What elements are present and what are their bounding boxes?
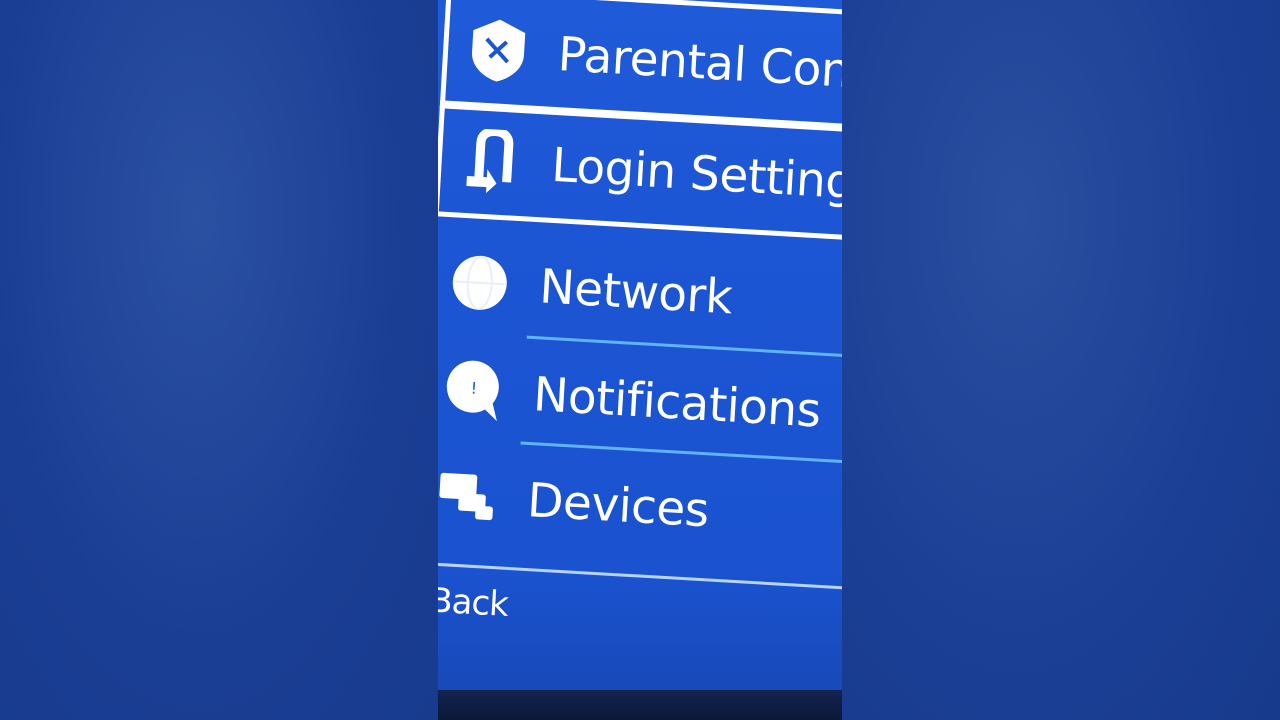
- menu-item-label: Login Setting: [550, 137, 842, 210]
- menu-item-label: Devices: [525, 472, 711, 538]
- menu-item-label: Notifications: [531, 366, 823, 439]
- menu-item-label: Network: [538, 258, 734, 325]
- background-left-blur: [0, 0, 438, 720]
- screen-bezel: [438, 690, 842, 720]
- back-label: Back: [438, 580, 509, 625]
- settings-screen: Parental Con Login Setting Network ! Not…: [438, 0, 842, 720]
- svg-text:!: !: [470, 379, 478, 398]
- menu-item-notifications[interactable]: ! Notifications: [438, 340, 842, 461]
- menu-item-network[interactable]: Network: [438, 232, 842, 353]
- menu-item-label: Parental Con: [556, 26, 842, 99]
- speech-bubble-icon: !: [442, 359, 505, 422]
- menu-item-devices[interactable]: Devices: [438, 446, 842, 567]
- menu-item-login-settings[interactable]: Login Setting: [438, 100, 842, 242]
- background-right-blur: [842, 0, 1280, 720]
- settings-menu: Parental Con Login Setting Network ! Not…: [438, 0, 842, 720]
- devices-icon: [438, 465, 499, 528]
- shield-icon: [467, 19, 530, 82]
- login-door-icon: [460, 127, 523, 194]
- back-button[interactable]: Back: [438, 579, 509, 625]
- globe-icon: [448, 251, 511, 314]
